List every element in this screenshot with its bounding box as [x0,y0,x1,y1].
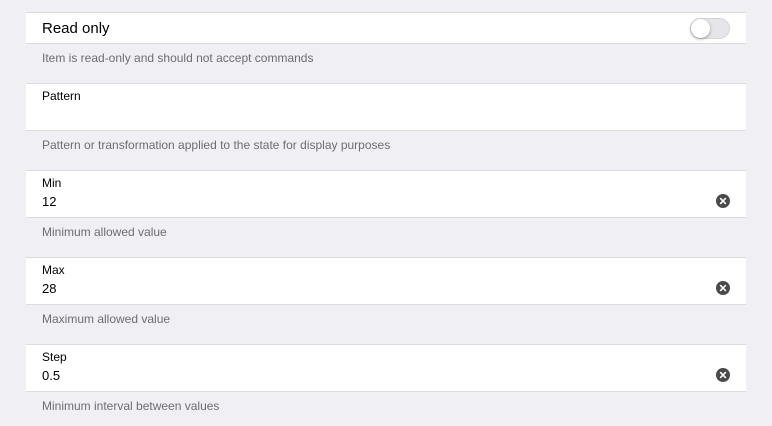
max-help: Maximum allowed value [42,312,171,326]
max-label: Max [42,263,65,277]
max-input[interactable] [42,280,682,297]
toggle-knob [691,19,710,38]
max-field-row: Max [26,257,746,305]
step-input[interactable] [42,367,682,384]
pattern-label: Pattern [42,89,81,103]
clear-circle-icon[interactable] [716,368,730,382]
step-label: Step [42,350,67,364]
read-only-toggle[interactable] [690,18,730,39]
min-label: Min [42,176,62,190]
pattern-field-row: Pattern [26,83,746,131]
read-only-label: Read only [42,20,110,37]
min-input[interactable] [42,193,682,210]
read-only-help: Item is read-only and should not accept … [42,51,314,65]
pattern-help: Pattern or transformation applied to the… [42,138,391,152]
pattern-input[interactable] [42,106,682,123]
min-field-row: Min [26,170,746,218]
step-help: Minimum interval between values [42,399,220,413]
clear-circle-icon[interactable] [716,194,730,208]
read-only-row: Read only [26,12,746,44]
clear-circle-icon[interactable] [716,281,730,295]
step-field-row: Step [26,344,746,392]
min-help: Minimum allowed value [42,225,167,239]
